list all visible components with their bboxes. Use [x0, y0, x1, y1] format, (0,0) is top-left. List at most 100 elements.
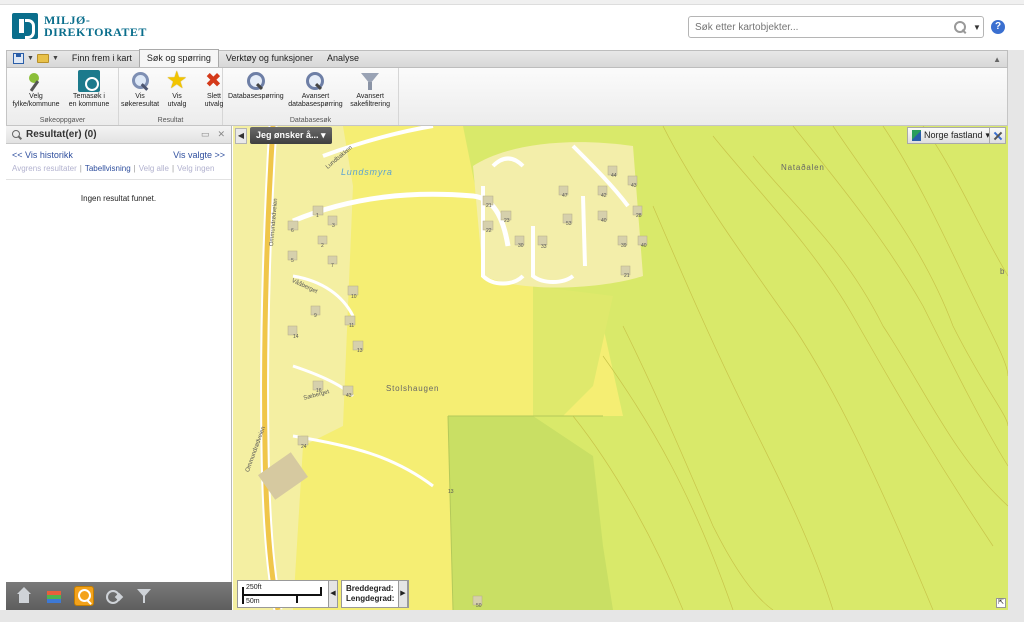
ribbon: Velg fylke/kommune Temasøk i en kommune … — [6, 66, 1008, 126]
button-label: Velg fylke/kommune — [12, 93, 60, 108]
chevron-down-icon[interactable]: ▼ — [52, 55, 59, 62]
button-label: Avansert databasespørring — [288, 93, 343, 108]
house-number-label: 14 — [293, 334, 299, 340]
funnel-icon — [359, 70, 381, 92]
longitude-label: Lengdegrad: — [346, 594, 395, 603]
tab-finn-frem-i-kart[interactable]: Finn frem i kart — [65, 50, 139, 67]
chevron-down-icon[interactable]: ▼ — [27, 55, 34, 62]
house-number-label: 33 — [541, 244, 547, 250]
star-icon — [166, 66, 188, 95]
help-icon[interactable]: ? — [991, 20, 1005, 34]
scale-collapse-icon[interactable]: ◀ — [328, 580, 338, 608]
table-view-link[interactable]: Tabellvisning — [85, 164, 131, 173]
temasok-button[interactable]: Temasøk i en kommune — [64, 70, 114, 116]
house-number-label: 39 — [621, 243, 627, 249]
tab-analyse[interactable]: Analyse — [320, 50, 366, 67]
search-dropdown-icon[interactable]: ▼ — [971, 23, 983, 32]
house-number-label: 3 — [332, 223, 335, 229]
tab-verktoy-og-funksjoner[interactable]: Verktøy og funksjoner — [219, 50, 320, 67]
house-number-label: 22 — [486, 228, 492, 234]
vis-utvalg-button[interactable]: Vis utvalg — [160, 66, 194, 116]
button-label: Avansert sakefiltrering — [350, 93, 390, 108]
scale-metric: 50m — [246, 598, 260, 605]
window-right-edge — [1008, 50, 1024, 622]
group-title: Søkeoppgaver — [39, 117, 86, 124]
house-number-label: 5 — [291, 258, 294, 264]
folder-icon[interactable] — [36, 54, 49, 63]
window-bottom-edge — [0, 610, 1024, 622]
house-number-label: 11 — [349, 323, 355, 329]
avansert-sakefiltrering-button[interactable]: Avansert sakefiltrering — [346, 70, 394, 116]
search-input[interactable] — [689, 18, 953, 36]
filter-icon[interactable] — [134, 586, 154, 606]
basemap-selector[interactable]: Norge fastland ▾ — [907, 127, 996, 144]
results-panel-header: Resultat(er) (0) ▭ ✕ — [6, 126, 231, 144]
button-label: Vis utvalg — [167, 93, 187, 108]
basemap-icon — [912, 130, 921, 141]
velg-fylke-kommune-button[interactable]: Velg fylke/kommune — [11, 70, 61, 116]
tools-icon[interactable] — [104, 586, 124, 606]
house-number-label: 1 — [316, 213, 319, 219]
house-number-label: 44 — [611, 173, 617, 179]
select-none-link[interactable]: Velg ingen — [177, 164, 214, 173]
avansert-databasesporring-button[interactable]: Avansert databasespørring — [288, 70, 344, 116]
logo[interactable]: MILJØ- DIREKTORATET — [12, 13, 147, 39]
show-selected-link[interactable]: Vis valgte >> — [173, 150, 225, 160]
group-sokeoppgaver: Velg fylke/kommune Temasøk i en kommune … — [7, 68, 119, 125]
app-header: MILJØ- DIREKTORATET ▼ ? — [0, 5, 1024, 49]
group-databasesok: Databasespørring Avansert databasespørri… — [223, 68, 399, 125]
jeg-onsker-a-button[interactable]: Jeg ønsker å... ▾ — [250, 127, 332, 144]
history-link[interactable]: << Vis historikk — [12, 150, 73, 160]
ribbon-tab-bar: ▼ ▼ Finn frem i kart Søk og spørring Ver… — [6, 49, 1008, 68]
latitude-label: Breddegrad: — [346, 584, 394, 593]
house-number-label: 40 — [641, 243, 647, 249]
house-number-label: 13 — [448, 489, 454, 495]
quick-access-toolbar: ▼ ▼ — [7, 50, 65, 67]
collapse-panel-icon[interactable]: ◀ — [235, 128, 247, 144]
delete-icon — [203, 68, 225, 93]
layers-icon[interactable] — [44, 586, 64, 606]
vis-sokeresultat-button[interactable]: Vis søkeresultat — [121, 70, 159, 116]
save-icon[interactable] — [13, 53, 24, 64]
house-number-label: 43 — [631, 183, 637, 189]
coords-expand-icon[interactable]: ▶ — [398, 580, 408, 608]
brush-icon — [25, 70, 47, 92]
databasesporring-button[interactable]: Databasespørring — [227, 70, 285, 116]
house-number-label: 30 — [518, 243, 524, 249]
logo-text: MILJØ- DIREKTORATET — [44, 14, 147, 38]
house-number-label: 23 — [504, 218, 510, 224]
house-number-label: 21 — [486, 203, 492, 209]
button-label: Slett utvalg — [204, 93, 224, 108]
button-label: Temasøk i en kommune — [68, 93, 110, 108]
thematic-search-icon — [78, 70, 100, 92]
narrow-results-link[interactable]: Avgrens resultater — [12, 164, 77, 173]
scale-imperial: 250ft — [246, 584, 262, 591]
house-number-label: 28 — [636, 213, 642, 219]
button-label: Databasespørring — [228, 93, 284, 100]
logo-mark-icon — [12, 13, 38, 39]
search-box[interactable]: ▼ — [688, 16, 984, 38]
house-number-label: 50 — [476, 603, 482, 609]
map-view[interactable]: ◀ Jeg ønsker å... ▾ Norge fastland ▾ Lun… — [233, 126, 1008, 610]
results-filter-bar: Avgrens resultater | Tabellvisning | Velg al… — [6, 160, 231, 180]
panel-footer-toolbar — [6, 582, 232, 610]
empty-results-text: Ingen resultat funnet. — [80, 194, 157, 203]
overview-toggle-icon[interactable]: ⇱ — [996, 598, 1006, 608]
close-icon[interactable]: ✕ — [217, 129, 225, 140]
group-title: Resultat — [157, 117, 184, 124]
jeg-onsker-a-label: Jeg ønsker å... — [256, 130, 319, 140]
house-number-label: 42 — [601, 193, 607, 199]
scale-bar: 250ft 50m — [237, 580, 329, 608]
place-label-lundsmyra: Lundsmyra — [341, 167, 393, 177]
house-number-label: 24 — [301, 444, 307, 450]
collapse-ribbon-icon[interactable]: ▲ — [993, 55, 1001, 64]
place-label-b: b — [1000, 267, 1006, 276]
search-icon[interactable] — [953, 20, 967, 34]
tab-sok-og-sporring[interactable]: Søk og spørring — [138, 49, 219, 67]
search-results-icon[interactable] — [74, 586, 94, 606]
select-all-link[interactable]: Velg alle — [139, 164, 169, 173]
advanced-search-icon — [304, 70, 326, 92]
map-tools-icon[interactable] — [989, 127, 1006, 144]
home-icon[interactable] — [14, 586, 34, 606]
minimize-icon[interactable]: ▭ — [201, 129, 210, 140]
